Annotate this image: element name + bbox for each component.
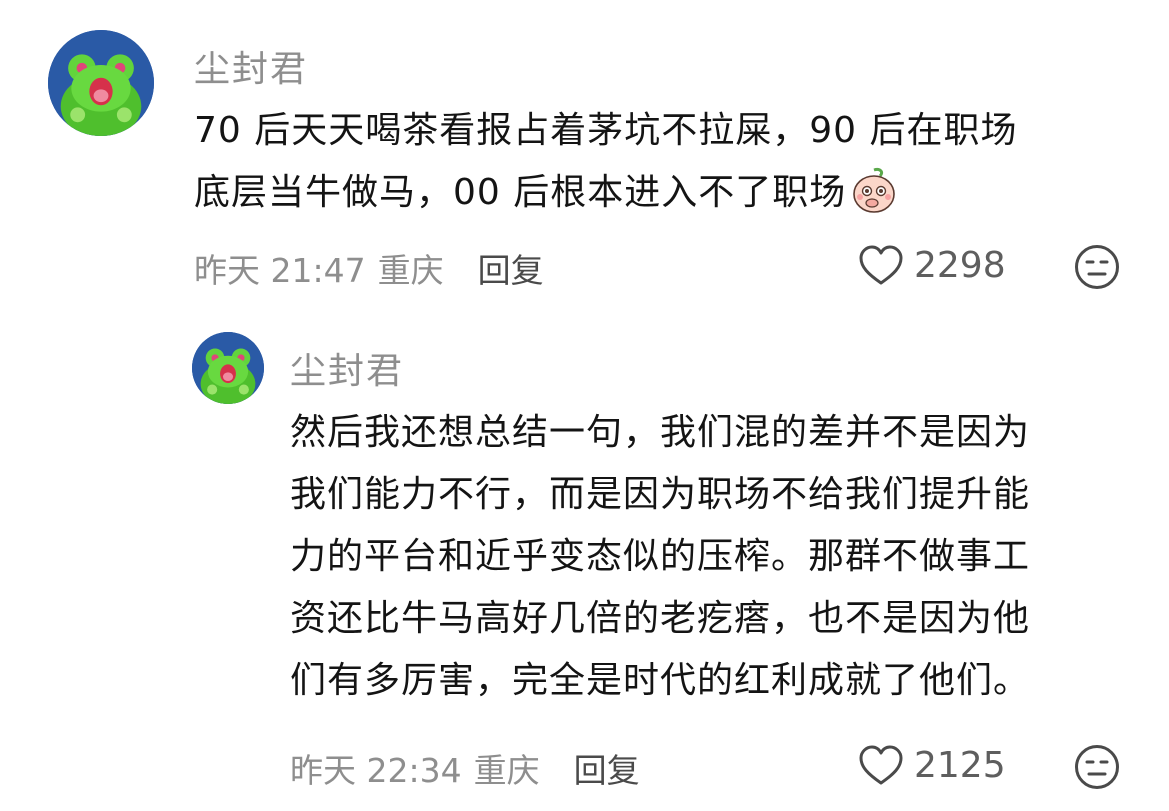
reply-item: 尘封君 然后我还想总结一句，我们混的差并不是因为 我们能力不行，而是因为职场不给…	[0, 310, 1169, 811]
reply-text-line: 然后我还想总结一句，我们混的差并不是因为	[290, 412, 1031, 453]
reply-text: 然后我还想总结一句，我们混的差并不是因为 我们能力不行，而是因为职场不给我们提升…	[290, 402, 1140, 712]
dislike-button[interactable]	[1074, 744, 1120, 790]
green-frog-avatar-icon	[192, 332, 264, 404]
comment-text: 70 后天天喝茶看报占着茅坑不拉屎，90 后在职场 底层当牛做马，00 后根本进…	[194, 100, 1124, 224]
reply-button[interactable]: 回复	[478, 244, 544, 292]
comment-item: 尘封君 70 后天天喝茶看报占着茅坑不拉屎，90 后在职场 底层当牛做马，00 …	[0, 0, 1169, 310]
comment-time: 昨天 21:47	[194, 251, 366, 290]
reply-button[interactable]: 回复	[574, 744, 640, 792]
like-button[interactable]: 2298	[858, 244, 1006, 286]
meh-face-icon	[1075, 745, 1119, 789]
comment-location: 重庆	[377, 251, 444, 290]
like-count: 2298	[914, 244, 1006, 286]
username[interactable]: 尘封君	[194, 40, 308, 92]
dislike-button[interactable]	[1074, 244, 1120, 290]
green-frog-avatar-icon	[48, 30, 154, 136]
heart-icon	[858, 744, 904, 786]
heart-icon	[858, 244, 904, 286]
meh-face-icon	[1075, 245, 1119, 289]
reply-location: 重庆	[473, 751, 540, 790]
comment-text-line: 底层当牛做马，00 后根本进入不了职场	[194, 162, 1124, 224]
reply-meta: 昨天 22:34 重庆 回复	[290, 744, 640, 792]
comment-meta: 昨天 21:47 重庆 回复	[194, 244, 544, 292]
reply-text-line: 我们能力不行，而是因为职场不给我们提升能	[290, 474, 1031, 515]
comment-text-fragment: 底层当牛做马，00 后根本进入不了职场	[194, 172, 847, 213]
reply-text-line: 力的平台和近乎变态似的压榨。那群不做事工	[290, 536, 1031, 577]
peach-covering-mouth-emoji-icon	[850, 166, 898, 214]
user-avatar[interactable]	[48, 30, 154, 136]
reply-text-line: 资还比牛马高好几倍的老疙瘩，也不是因为他	[290, 598, 1031, 639]
like-count: 2125	[914, 744, 1006, 786]
comment-text-line: 70 后天天喝茶看报占着茅坑不拉屎，90 后在职场	[194, 110, 1018, 151]
reply-time: 昨天 22:34	[290, 751, 462, 790]
username[interactable]: 尘封君	[290, 342, 404, 394]
like-button[interactable]: 2125	[858, 744, 1006, 786]
reply-text-line: 们有多厉害，完全是时代的红利成就了他们。	[290, 660, 1031, 701]
user-avatar[interactable]	[192, 332, 264, 404]
